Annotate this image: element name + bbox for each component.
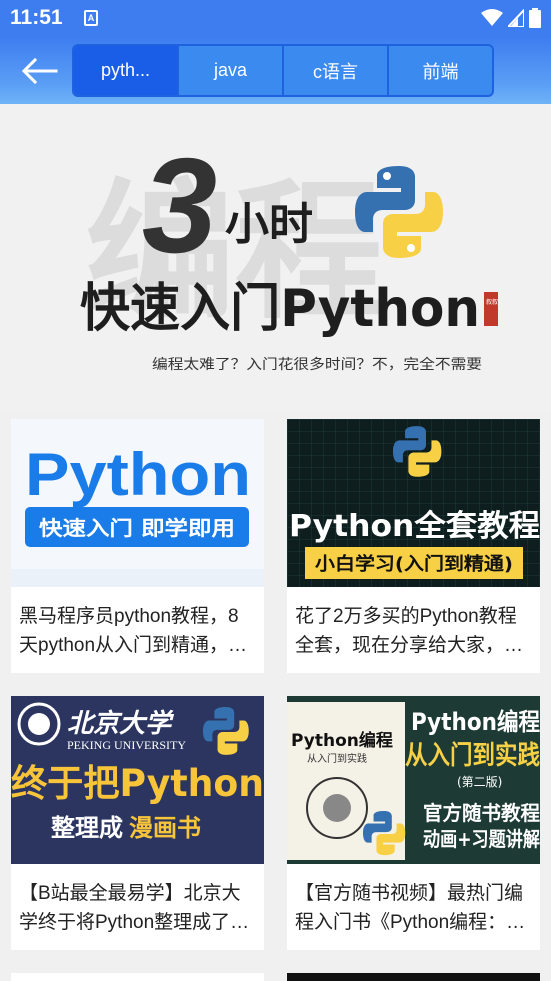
- thumb-title: Python编程: [411, 708, 540, 736]
- video-title: 【官方随书视频】最热门编程入门书《Python编程：从入门到实践》: [295, 883, 526, 933]
- app-bar: pyth... java c语言 前端: [0, 37, 551, 104]
- notification-icon: A: [84, 10, 98, 26]
- video-thumbnail: Python编程 从入门到实践 Python编程 从入门到实践 (第二版) 官方…: [287, 696, 540, 864]
- video-card-partial[interactable]: [11, 973, 264, 981]
- video-title: 黑马程序员python教程，8天python从入门到精通，学python看这套就…: [19, 606, 248, 656]
- thumb-subtitle-a: 整理成: [51, 814, 123, 842]
- banner-seal: [484, 292, 498, 326]
- status-icons: [481, 8, 541, 28]
- thumb-title: 终于把Python: [11, 762, 264, 805]
- thumb-title: Python全套教程: [289, 509, 540, 544]
- tab-java[interactable]: java: [179, 46, 284, 95]
- banner-big-number: 3: [142, 130, 217, 281]
- video-card-partial[interactable]: [287, 973, 540, 981]
- video-card[interactable]: Python全套教程 小白学习(入门到精通) 花了2万多买的Python教程全套…: [287, 419, 540, 673]
- status-time: 11:51: [10, 6, 63, 29]
- video-title: 【B站最全最易学】北京大学终于将Python整理成了漫画书: [19, 883, 250, 933]
- video-thumbnail: Python 快速入门 即学即用: [11, 419, 264, 587]
- video-card[interactable]: Python编程 从入门到实践 Python编程 从入门到实践 (第二版) 官方…: [287, 696, 540, 950]
- status-bar: 11:51 A: [0, 0, 551, 37]
- thumb-title: Python: [25, 441, 251, 508]
- category-tabs: pyth... java c语言 前端: [72, 44, 494, 97]
- banner-headline-main: 快速入门Python: [80, 279, 480, 339]
- wifi-icon: [481, 9, 503, 26]
- banner-subtitle: 编程太难了？入门花很多时间？不，完全不需要: [152, 356, 482, 373]
- back-button[interactable]: [20, 53, 60, 89]
- banner-headline-top: 小时: [225, 199, 313, 250]
- thumb-school-en: PEKING UNIVERSITY: [67, 738, 186, 752]
- thumb-book-sub: 从入门到实践: [307, 752, 367, 765]
- video-card[interactable]: 北京大学 PEKING UNIVERSITY 终于把Python 整理成 漫画书…: [11, 696, 264, 950]
- thumb-subtitle: 从入门到实践: [405, 740, 540, 771]
- banner-seal-text: 叙叙: [486, 298, 498, 306]
- thumb-edition: (第二版): [457, 775, 502, 789]
- banner-graphic: 编程 3 小时 快速入门Python 叙叙 编程太难了？入门花很多时间？不，完全…: [80, 130, 498, 373]
- thumb-subtitle: 小白学习(入门到精通): [315, 553, 513, 575]
- thumb-line4: 动画+习题讲解: [423, 827, 540, 851]
- video-thumbnail: 北京大学 PEKING UNIVERSITY 终于把Python 整理成 漫画书: [11, 696, 264, 864]
- banner[interactable]: 编程 3 小时 快速入门Python 叙叙 编程太难了？入门花很多时间？不，完全…: [0, 104, 551, 410]
- signal-icon: [508, 9, 524, 27]
- thumb-line3: 官方随书教程: [423, 801, 540, 825]
- arrow-left-icon: [21, 57, 58, 85]
- thumb-subtitle: 快速入门 即学即用: [39, 516, 235, 540]
- tab-frontend[interactable]: 前端: [389, 46, 492, 95]
- battery-icon: [529, 8, 541, 28]
- tab-python[interactable]: pyth...: [74, 46, 179, 95]
- video-card[interactable]: Python 快速入门 即学即用 黑马程序员python教程，8天python从…: [11, 419, 264, 673]
- thumb-subtitle-b: 漫画书: [129, 814, 201, 842]
- thumb-school: 北京大学: [67, 709, 175, 739]
- video-thumbnail: Python全套教程 小白学习(入门到精通): [287, 419, 540, 587]
- thumb-book-title: Python编程: [291, 730, 393, 751]
- tab-c-language[interactable]: c语言: [284, 46, 389, 95]
- video-title: 花了2万多买的Python教程全套，现在分享给大家，入门到精通: [295, 606, 524, 656]
